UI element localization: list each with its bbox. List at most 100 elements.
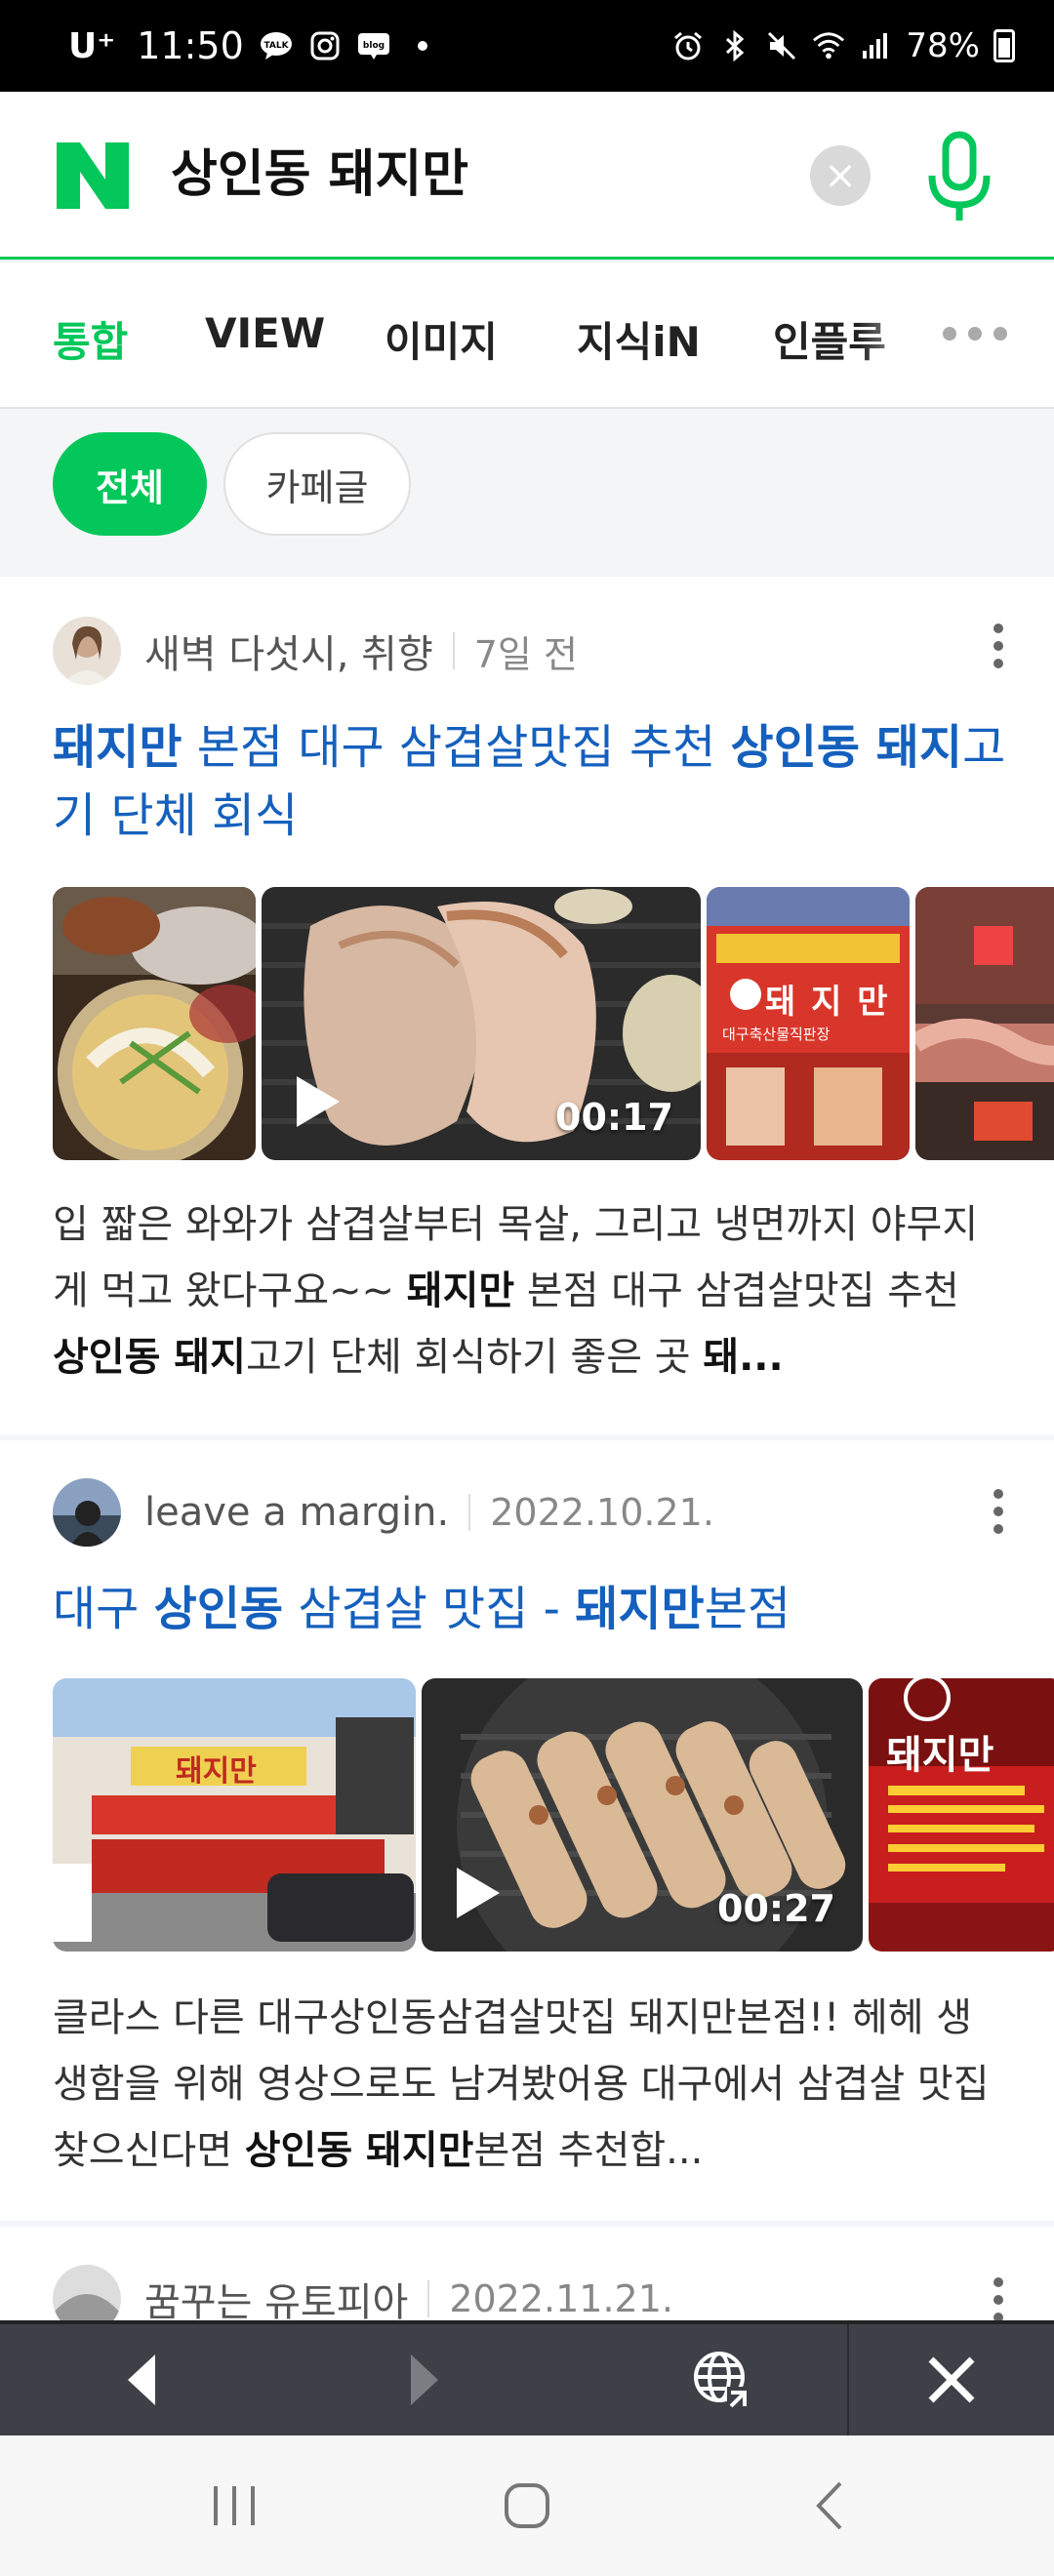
title-part: 삼겹살 맛집 - bbox=[283, 1582, 576, 1636]
forward-arrow-icon bbox=[411, 2355, 438, 2405]
tab-view[interactable]: VIEW bbox=[205, 309, 325, 357]
talk-icon: TALK bbox=[260, 29, 293, 62]
back-button[interactable] bbox=[98, 2324, 185, 2435]
close-icon: × bbox=[824, 153, 857, 198]
snippet-part: 본점 추천합... bbox=[473, 2128, 704, 2173]
thumbnail-menu-board[interactable]: 돼지만 bbox=[869, 1678, 1054, 1952]
title-part: 돼지만 bbox=[53, 720, 182, 775]
more-tabs-icon[interactable] bbox=[943, 327, 1007, 341]
back-chevron-icon bbox=[816, 2481, 842, 2530]
divider bbox=[452, 632, 455, 669]
instagram-icon bbox=[308, 29, 342, 62]
clear-search-button[interactable]: × bbox=[810, 145, 871, 206]
author-name: 꿈꾸는 유토피아 bbox=[144, 2280, 409, 2325]
play-icon bbox=[457, 1868, 500, 1918]
video-thumbnail[interactable]: 00:27 bbox=[422, 1678, 863, 1952]
home-button[interactable] bbox=[478, 2435, 576, 2576]
thumbnail-food[interactable] bbox=[53, 887, 256, 1160]
system-back-button[interactable] bbox=[781, 2435, 878, 2576]
video-thumbnail[interactable]: 00:17 bbox=[262, 887, 701, 1160]
status-bar: U⁺ 11:50 TALK blog 78% bbox=[0, 0, 1054, 92]
title-part: 대구 bbox=[53, 1582, 154, 1636]
alarm-icon bbox=[671, 29, 705, 62]
search-result-1: 새벽 다섯시, 취향 7일 전 돼지만 본점 대구 삼겹살맛집 추천 상인동 돼… bbox=[0, 577, 1054, 1435]
recent-apps-button[interactable] bbox=[185, 2435, 283, 2576]
signal-icon bbox=[859, 29, 892, 62]
more-options-icon[interactable] bbox=[993, 1489, 1005, 1534]
result-title[interactable]: 대구 상인동 삼겹살 맛집 - 돼지만본점 bbox=[53, 1575, 1015, 1643]
close-icon bbox=[928, 2356, 975, 2403]
home-icon bbox=[505, 2483, 549, 2528]
forward-button[interactable] bbox=[381, 2324, 468, 2435]
thumbnail-strip: 00:17 돼 지 만 대구축산물직판장 bbox=[53, 887, 1054, 1160]
recent-apps-icon bbox=[214, 2486, 255, 2525]
more-options-icon[interactable] bbox=[993, 624, 1005, 668]
back-arrow-icon bbox=[128, 2355, 155, 2405]
notification-dot-icon bbox=[417, 41, 427, 51]
avatar bbox=[53, 1478, 121, 1547]
thumbnail-meat-display[interactable] bbox=[915, 887, 1054, 1160]
wifi-icon bbox=[812, 29, 845, 62]
result-snippet: 클라스 다른 대구상인동삼겹살맛집 돼지만본점!! 헤헤 생생함을 위해 영상으… bbox=[53, 1985, 1005, 2184]
thumbnail-strip: 돼지만 00:27 돼지만 bbox=[53, 1678, 1054, 1952]
title-part: 돼지만 bbox=[575, 1582, 705, 1636]
search-input[interactable]: 상인동 돼지만 bbox=[171, 131, 468, 219]
video-duration: 00:17 bbox=[555, 1096, 673, 1139]
avatar bbox=[53, 617, 121, 685]
open-in-browser-button[interactable] bbox=[673, 2324, 771, 2435]
tab-integrated[interactable]: 통합 bbox=[53, 309, 128, 369]
browser-toolbar bbox=[0, 2320, 1054, 2435]
title-part: 본점 대구 삼겹살맛집 추천 bbox=[182, 720, 731, 775]
divider bbox=[427, 2280, 430, 2317]
search-tabs: 통합 VIEW 이미지 지식iN 인플루 bbox=[0, 262, 1054, 409]
svg-text:TALK: TALK bbox=[264, 41, 289, 51]
title-part: 상인동 돼지 bbox=[730, 720, 963, 775]
play-icon bbox=[297, 1076, 340, 1127]
post-date: 7일 전 bbox=[473, 632, 578, 676]
search-result-2: leave a margin. 2022.10.21. 대구 상인동 삼겹살 맛… bbox=[0, 1440, 1054, 2221]
battery-icon bbox=[993, 29, 1015, 62]
battery-percent: 78% bbox=[906, 26, 980, 65]
snippet-part: 본점 대구 삼겹살맛집 추천 bbox=[514, 1268, 959, 1313]
snippet-part: 상인동 돼지만 bbox=[244, 2128, 474, 2173]
close-browser-button[interactable] bbox=[908, 2324, 995, 2435]
more-options-icon[interactable] bbox=[993, 2277, 1005, 2322]
title-part: 상인동 bbox=[153, 1582, 284, 1636]
thumbnail-storefront[interactable]: 돼 지 만 대구축산물직판장 bbox=[707, 887, 910, 1160]
bluetooth-icon bbox=[718, 29, 751, 62]
menu-sign: 돼지만 bbox=[886, 1733, 994, 1778]
divider bbox=[468, 1494, 471, 1531]
mute-icon bbox=[765, 29, 798, 62]
globe-icon bbox=[694, 2352, 750, 2408]
clock: 11:50 bbox=[137, 24, 244, 67]
filter-all-chip[interactable]: 전체 bbox=[53, 432, 207, 536]
storefront-sign: 돼 지 만 bbox=[765, 983, 890, 1022]
storefront-sub: 대구축산물직판장 bbox=[722, 1026, 831, 1043]
result-snippet: 입 짧은 와와가 삼겹살부터 목살, 그리고 냉면까지 야무지게 먹고 왔다구요… bbox=[53, 1191, 1005, 1390]
filter-bar: 전체 카페글 bbox=[0, 411, 1054, 577]
snippet-part: 돼지만 bbox=[406, 1268, 515, 1313]
post-date: 2022.10.21. bbox=[490, 1491, 714, 1534]
result-title[interactable]: 돼지만 본점 대구 삼겹살맛집 추천 상인동 돼지고기 단체 회식 bbox=[53, 713, 1015, 850]
result-author[interactable]: leave a margin. 2022.10.21. bbox=[53, 1477, 714, 1548]
storefront-sign: 돼지만 bbox=[176, 1754, 257, 1789]
post-date: 2022.11.21. bbox=[449, 2277, 673, 2320]
naver-logo[interactable] bbox=[57, 142, 129, 209]
tab-images[interactable]: 이미지 bbox=[385, 309, 498, 369]
author-name: leave a margin. bbox=[144, 1490, 450, 1535]
video-duration: 00:27 bbox=[717, 1887, 835, 1930]
microphone-icon[interactable] bbox=[925, 129, 993, 226]
result-author[interactable]: 새벽 다섯시, 취향 7일 전 bbox=[53, 616, 578, 686]
snippet-part: 고기 단체 회식하기 좋은 곳 bbox=[245, 1335, 704, 1380]
carrier-label: U⁺ bbox=[68, 25, 116, 66]
snippet-part: 돼... bbox=[703, 1335, 784, 1380]
tab-fade bbox=[859, 282, 937, 389]
filter-cafe-chip[interactable]: 카페글 bbox=[223, 432, 411, 536]
tab-knowledge-in[interactable]: 지식iN bbox=[577, 309, 701, 369]
title-part: 본점 bbox=[704, 1582, 791, 1636]
toolbar-divider bbox=[847, 2324, 849, 2435]
blog-icon: blog bbox=[357, 29, 390, 62]
svg-text:blog: blog bbox=[363, 41, 385, 51]
search-header: 상인동 돼지만 × bbox=[0, 92, 1054, 260]
thumbnail-storefront[interactable]: 돼지만 bbox=[53, 1678, 416, 1952]
